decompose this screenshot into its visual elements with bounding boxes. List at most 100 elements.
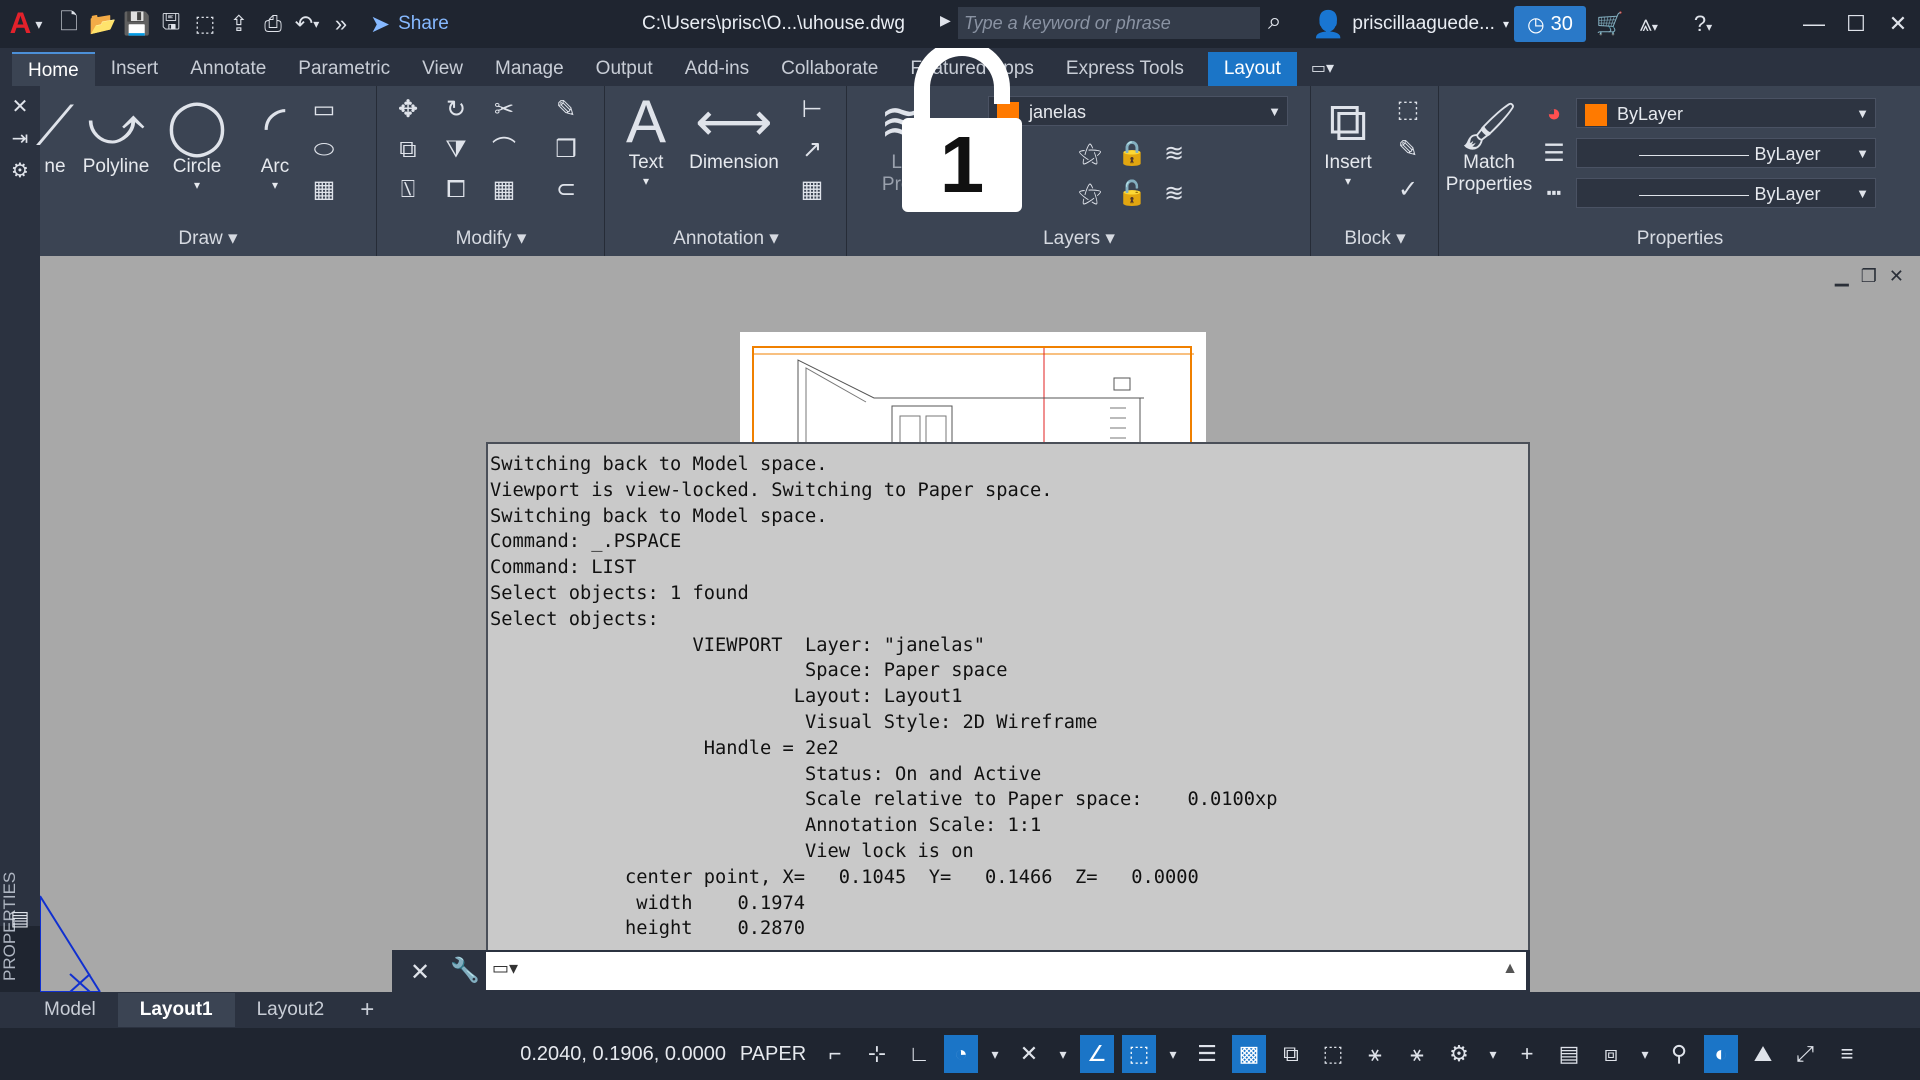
tab-manage[interactable]: Manage bbox=[479, 52, 580, 86]
new-file-icon[interactable]: 🗋 bbox=[52, 0, 86, 48]
customization-menu-icon[interactable]: ≡ bbox=[1830, 1035, 1864, 1073]
selection-cycling-icon[interactable]: ⧉ bbox=[1274, 1035, 1308, 1073]
explode-icon[interactable]: ❒ bbox=[550, 134, 582, 166]
layer-off-icon[interactable]: ⚝ bbox=[1074, 138, 1106, 170]
erase-icon[interactable]: ✎ bbox=[550, 94, 582, 126]
tab-output[interactable]: Output bbox=[580, 52, 669, 86]
search-input[interactable]: Type a keyword or phrase bbox=[958, 7, 1260, 39]
restore-drawing-icon[interactable]: ❐ bbox=[1861, 266, 1877, 287]
save-icon[interactable]: 💾 bbox=[120, 0, 154, 48]
maximize-icon[interactable]: ☐ bbox=[1832, 0, 1880, 48]
customize-wrench-icon[interactable]: 🔧 bbox=[450, 956, 480, 985]
rotate-icon[interactable]: ↻ bbox=[440, 94, 472, 126]
redo-icon[interactable]: » bbox=[324, 0, 358, 48]
modify-panel-title[interactable]: Modify ▾ bbox=[378, 227, 604, 250]
transparency-icon[interactable]: ▩ bbox=[1232, 1035, 1266, 1073]
save-as-icon[interactable]: 🖫 bbox=[154, 0, 188, 48]
rectangle-icon[interactable]: ▭ bbox=[308, 94, 340, 126]
line-tool[interactable]: ⟋ ne bbox=[36, 96, 74, 178]
isolate-objects-icon[interactable]: ⚲ bbox=[1662, 1035, 1696, 1073]
close-icon[interactable]: ✕ bbox=[1874, 0, 1920, 48]
block-attributes-icon[interactable]: ✓ bbox=[1392, 174, 1424, 206]
minimize-drawing-icon[interactable]: ▁ bbox=[1835, 266, 1849, 287]
plot-icon[interactable]: ⎙ bbox=[256, 0, 290, 48]
search-icon[interactable]: ⌕ bbox=[1268, 8, 1281, 36]
properties-palette-icon[interactable]: ▤ bbox=[8, 906, 32, 931]
hardware-acceleration-icon[interactable]: ⛰ bbox=[1746, 1035, 1780, 1073]
trial-days-badge[interactable]: ◷ 30 bbox=[1514, 6, 1586, 42]
close-command-line-icon[interactable]: ✕ bbox=[410, 958, 430, 987]
layer-walk-icon[interactable]: ≋ bbox=[1158, 178, 1190, 210]
command-input[interactable] bbox=[534, 956, 1478, 988]
clean-screen-icon[interactable]: ⤢ bbox=[1788, 1035, 1822, 1073]
ribbon-minimize-icon[interactable]: ▭▾ bbox=[1297, 52, 1348, 86]
layer-unlock-icon[interactable]: 🔓 bbox=[1116, 178, 1148, 210]
workspace-gear-icon[interactable]: ⚙ bbox=[1442, 1035, 1476, 1073]
leader-icon[interactable]: ↗ bbox=[796, 134, 828, 166]
share-button[interactable]: ➤ Share bbox=[370, 10, 449, 39]
cursor-coordinates[interactable]: 0.2040, 0.1906, 0.0000 bbox=[476, 1028, 726, 1080]
tab-add-ins[interactable]: Add-ins bbox=[669, 52, 765, 86]
tab-model[interactable]: Model bbox=[22, 993, 118, 1027]
create-block-icon[interactable]: ⬚ bbox=[1392, 94, 1424, 126]
graphics-performance-icon[interactable]: ◐ bbox=[1704, 1035, 1738, 1073]
draw-panel-title[interactable]: Draw ▾ bbox=[40, 227, 376, 250]
cart-icon[interactable]: 🛒 bbox=[1596, 11, 1623, 37]
polar-tracking-icon[interactable]: ◔ bbox=[944, 1035, 978, 1073]
open-folder-icon[interactable]: 📂 bbox=[86, 0, 120, 48]
undo-icon[interactable]: ↶ ▾ bbox=[290, 0, 324, 48]
linear-dimension-icon[interactable]: ⊢ bbox=[796, 94, 828, 126]
paper-space-toggle[interactable]: PAPER bbox=[738, 1028, 808, 1080]
offset-icon[interactable]: ⊂ bbox=[550, 174, 582, 206]
grid-icon[interactable]: ⌐ bbox=[818, 1035, 852, 1073]
layers-panel-title[interactable]: Layers ▾ bbox=[848, 227, 1310, 250]
tab-layout1[interactable]: Layout1 bbox=[117, 993, 235, 1027]
text-tool[interactable]: A Text ▾ bbox=[616, 92, 676, 189]
match-properties-tool[interactable]: 🖌 Match Properties bbox=[1444, 100, 1534, 196]
palette-settings-icon[interactable]: ⚙ bbox=[8, 158, 32, 183]
annotation-monitor-icon[interactable]: + bbox=[1510, 1035, 1544, 1073]
close-drawing-icon[interactable]: ✕ bbox=[1889, 266, 1904, 287]
ellipse-icon[interactable]: ⬭ bbox=[308, 134, 340, 166]
chevron-down-icon[interactable]: ▾ bbox=[986, 1035, 1004, 1073]
mirror-icon[interactable]: ⧩ bbox=[440, 134, 472, 166]
chevron-right-icon[interactable]: ▶ bbox=[940, 12, 951, 29]
color-dropdown[interactable]: ByLayer ▼ bbox=[1576, 98, 1876, 128]
scale-icon[interactable]: ⧠ bbox=[440, 174, 472, 206]
command-prompt-icon[interactable]: ▭▾ bbox=[492, 958, 518, 979]
tab-view[interactable]: View bbox=[406, 52, 479, 86]
isodraft-icon[interactable]: ✕ bbox=[1012, 1035, 1046, 1073]
auto-scale-icon[interactable]: ⚹ bbox=[1400, 1035, 1434, 1073]
help-icon[interactable]: ?▾ bbox=[1694, 11, 1712, 37]
array-icon[interactable]: ▦ bbox=[488, 174, 520, 206]
tab-layout2[interactable]: Layout2 bbox=[235, 993, 347, 1027]
fillet-icon[interactable]: ⌒ bbox=[488, 134, 520, 166]
hatch-icon[interactable]: ▦ bbox=[308, 174, 340, 206]
annotation-panel-title[interactable]: Annotation ▾ bbox=[606, 227, 846, 250]
dimension-tool[interactable]: ⟷ Dimension bbox=[684, 92, 784, 174]
units-icon[interactable]: ▤ bbox=[1552, 1035, 1586, 1073]
tab-annotate[interactable]: Annotate bbox=[174, 52, 282, 86]
snap-icon[interactable]: ⊹ bbox=[860, 1035, 894, 1073]
circle-tool[interactable]: ◯ Circle ▾ bbox=[160, 96, 234, 192]
move-icon[interactable]: ✥ bbox=[392, 94, 424, 126]
insert-block-tool[interactable]: ⧉ Insert ▾ bbox=[1316, 92, 1380, 188]
close-palette-icon[interactable]: ✕ bbox=[8, 94, 32, 119]
tab-express-tools[interactable]: Express Tools bbox=[1050, 52, 1200, 86]
ortho-icon[interactable]: ∟ bbox=[902, 1035, 936, 1073]
properties-panel-title[interactable]: Properties bbox=[1440, 228, 1920, 250]
auto-hide-icon[interactable]: ⇥ bbox=[8, 126, 32, 151]
object-snap-tracking-icon[interactable]: ∠ bbox=[1080, 1035, 1114, 1073]
command-history-window[interactable]: Switching back to Model space. Viewport … bbox=[486, 442, 1530, 952]
quick-properties-icon[interactable]: ⧈ bbox=[1594, 1035, 1628, 1073]
edit-block-icon[interactable]: ✎ bbox=[1392, 134, 1424, 166]
layer-freeze-icon[interactable]: ⚝ bbox=[1074, 178, 1106, 210]
application-menu-button[interactable]: A ▾ bbox=[0, 0, 52, 48]
object-snap-icon[interactable]: ⬚ bbox=[1122, 1035, 1156, 1073]
chevron-down-icon[interactable]: ▾ bbox=[1164, 1035, 1182, 1073]
block-panel-title[interactable]: Block ▾ bbox=[1312, 227, 1438, 250]
layer-lock-icon[interactable]: 🔒 bbox=[1116, 138, 1148, 170]
chevron-down-icon[interactable]: ▾ bbox=[1636, 1035, 1654, 1073]
layer-match-icon[interactable]: ≋ bbox=[1158, 138, 1190, 170]
tab-insert[interactable]: Insert bbox=[95, 52, 175, 86]
